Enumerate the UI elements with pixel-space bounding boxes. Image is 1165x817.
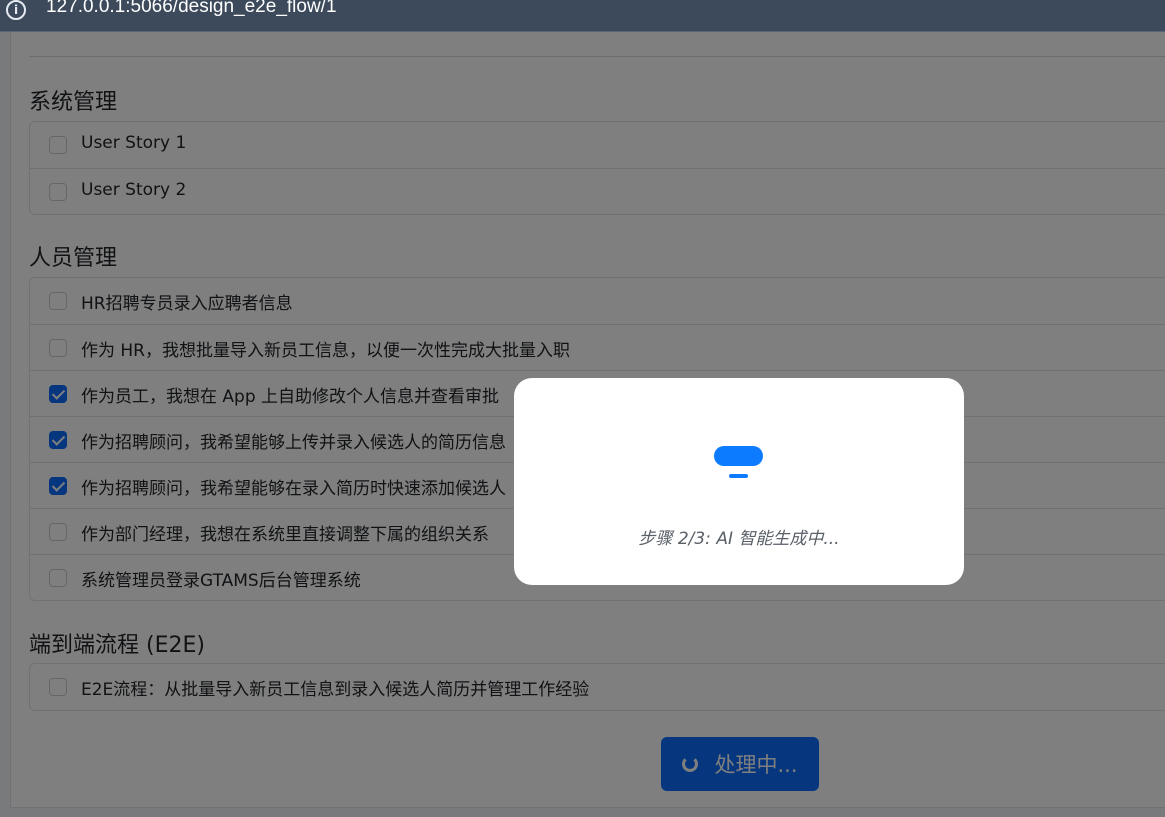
loading-modal: 步骤 2/3: AI 智能生成中... — [514, 378, 964, 585]
address-url[interactable]: 127.0.0.1:5066/design_e2e_flow/1 — [46, 0, 337, 18]
browser-address-bar[interactable]: i 127.0.0.1:5066/design_e2e_flow/1 — [0, 0, 1165, 32]
loading-bar — [729, 474, 748, 478]
site-info-icon[interactable]: i — [6, 0, 26, 20]
loading-status-text: 步骤 2/3: AI 智能生成中... — [638, 529, 840, 549]
loading-icon — [714, 446, 763, 466]
